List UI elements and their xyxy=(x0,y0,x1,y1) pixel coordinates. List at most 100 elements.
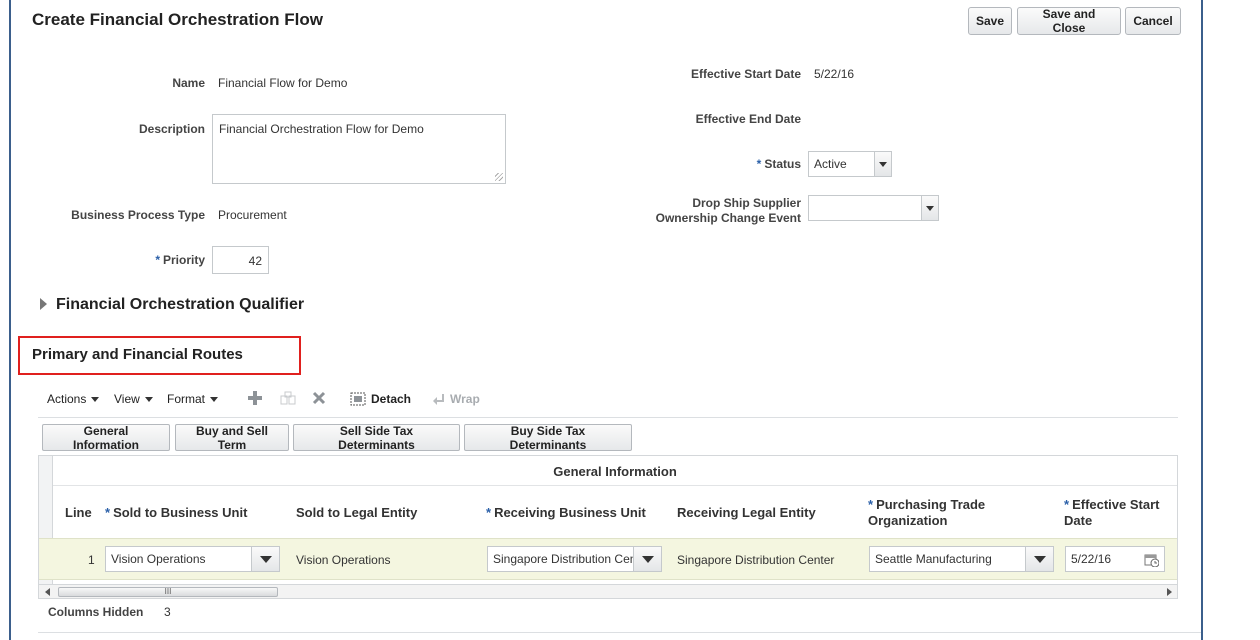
drop-ship-label: Drop Ship Supplier Ownership Change Even… xyxy=(613,196,801,226)
scroll-thumb[interactable]: III xyxy=(58,587,278,597)
esd-value: 5/22/16 xyxy=(1071,552,1112,566)
priority-label: * Priority xyxy=(113,253,205,267)
wrap-label: Wrap xyxy=(450,392,480,406)
col-header-sold-bu[interactable]: * Sold to Business Unit xyxy=(105,505,247,521)
recv-bu-value: Singapore Distribution Center xyxy=(493,552,651,566)
tab-buy-and-sell-term[interactable]: Buy and Sell Term xyxy=(175,424,289,452)
sold-le-value: Vision Operations xyxy=(296,553,391,567)
routes-table: General Information Line * Sold to Busine… xyxy=(38,455,1178,599)
chevron-down-icon[interactable] xyxy=(921,196,938,220)
format-menu-label: Format xyxy=(167,392,206,406)
col-header-pto-line1: * Purchasing Trade xyxy=(868,497,985,513)
required-icon: * xyxy=(756,157,762,171)
name-value: Financial Flow for Demo xyxy=(218,76,348,90)
sold-bu-select[interactable]: Vision Operations xyxy=(105,546,280,572)
col-header-pto-line1-text: Purchasing Trade xyxy=(876,497,986,512)
qualifier-section-header[interactable]: Financial Orchestration Qualifier xyxy=(56,296,304,314)
priority-input[interactable]: 42 xyxy=(212,246,269,274)
detach-label: Detach xyxy=(371,392,412,406)
window-left-frame xyxy=(0,0,11,640)
view-menu[interactable]: View xyxy=(114,392,153,406)
save-button[interactable]: Save xyxy=(968,7,1012,35)
scroll-right-icon[interactable] xyxy=(1167,588,1172,596)
wrap-button[interactable]: Wrap xyxy=(431,392,480,406)
duplicate-icon xyxy=(280,391,296,405)
drop-ship-label-line2: Ownership Change Event xyxy=(655,211,801,225)
col-header-pto-line2: Organization xyxy=(868,513,948,528)
view-menu-label: View xyxy=(114,392,140,406)
duplicate-row-button[interactable] xyxy=(279,390,297,406)
recv-bu-select[interactable]: Singapore Distribution Center xyxy=(487,546,662,572)
chevron-down-icon[interactable] xyxy=(874,152,891,176)
sold-bu-value: Vision Operations xyxy=(111,552,206,566)
effective-end-date-label: Effective End Date xyxy=(695,112,801,126)
col-header-sold-bu-text: Sold to Business Unit xyxy=(113,505,248,520)
chevron-down-icon[interactable] xyxy=(1025,547,1053,571)
delete-row-button[interactable] xyxy=(311,390,327,406)
detach-icon xyxy=(350,392,366,406)
format-menu[interactable]: Format xyxy=(167,392,219,406)
name-label: Name xyxy=(172,76,205,90)
calendar-icon[interactable] xyxy=(1144,552,1159,567)
pto-select[interactable]: Seattle Manufacturing xyxy=(869,546,1054,572)
col-header-sold-le[interactable]: Sold to Legal Entity xyxy=(296,505,417,521)
chevron-down-icon xyxy=(210,396,219,402)
col-header-pto[interactable]: * Purchasing Trade Organization xyxy=(868,497,985,529)
detach-button[interactable]: Detach xyxy=(350,392,411,406)
priority-label-text: Priority xyxy=(162,253,205,267)
scroll-left-icon[interactable] xyxy=(45,588,50,596)
tab-general-information[interactable]: General Information xyxy=(42,424,170,452)
description-text: Financial Orchestration Flow for Demo xyxy=(219,122,424,136)
business-process-type-label: Business Process Type xyxy=(71,208,205,222)
wrap-icon xyxy=(433,394,444,405)
pto-value: Seattle Manufacturing xyxy=(875,552,992,566)
main-content: Create Financial Orchestration Flow Save… xyxy=(13,0,1201,640)
highlight-box xyxy=(18,336,301,375)
drop-ship-select[interactable] xyxy=(808,195,939,221)
col-header-line[interactable]: Line xyxy=(65,505,92,521)
horizontal-scrollbar[interactable]: III xyxy=(39,584,1177,598)
actions-menu[interactable]: Actions xyxy=(47,392,100,406)
window-right-frame xyxy=(1201,0,1260,640)
required-icon: * xyxy=(868,497,874,512)
columns-hidden-value: 3 xyxy=(164,605,171,619)
col-header-esd-line1: * Effective Start xyxy=(1064,497,1159,513)
add-row-button[interactable] xyxy=(247,390,263,406)
resize-grip-icon[interactable] xyxy=(495,173,503,181)
required-icon: * xyxy=(155,253,160,267)
cancel-button[interactable]: Cancel xyxy=(1125,7,1181,35)
required-icon: * xyxy=(1064,497,1070,512)
description-field[interactable]: Financial Orchestration Flow for Demo xyxy=(212,114,506,184)
table-row[interactable]: 1 Vision Operations Vision Operations Si… xyxy=(39,538,1177,580)
save-and-close-button[interactable]: Save and Close xyxy=(1017,7,1121,35)
tab-buy-side-tax[interactable]: Buy Side Tax Determinants xyxy=(464,424,632,452)
columns-hidden-label: Columns Hidden xyxy=(48,605,144,619)
col-header-esd[interactable]: * Effective Start Date xyxy=(1064,497,1159,529)
chevron-down-icon xyxy=(144,396,153,402)
required-icon: * xyxy=(105,505,111,520)
cell-line: 1 xyxy=(88,553,95,567)
status-select-value: Active xyxy=(814,157,847,171)
chevron-down-icon[interactable] xyxy=(251,547,279,571)
status-label-text: Status xyxy=(764,157,801,171)
group-header: General Information xyxy=(53,456,1177,486)
business-process-type-value: Procurement xyxy=(218,208,287,222)
status-select[interactable]: Active xyxy=(808,151,892,177)
col-header-esd-line1-text: Effective Start xyxy=(1072,497,1160,512)
bottom-divider xyxy=(38,632,1201,633)
recv-le-value: Singapore Distribution Center xyxy=(677,553,835,567)
tab-sell-side-tax[interactable]: Sell Side Tax Determinants xyxy=(293,424,460,452)
required-icon: * xyxy=(486,505,492,520)
col-header-recv-le[interactable]: Receiving Legal Entity xyxy=(677,505,816,521)
toolbar-divider xyxy=(38,417,1178,418)
disclosure-triangle-icon[interactable] xyxy=(40,298,47,310)
close-icon xyxy=(312,391,326,405)
effective-start-date-value: 5/22/16 xyxy=(814,67,855,81)
col-header-recv-bu[interactable]: * Receiving Business Unit xyxy=(486,505,646,521)
plus-icon xyxy=(248,391,262,405)
page-title: Create Financial Orchestration Flow xyxy=(32,10,323,29)
esd-input[interactable]: 5/22/16 xyxy=(1065,546,1165,572)
effective-start-date-label: Effective Start Date xyxy=(690,67,801,81)
actions-menu-label: Actions xyxy=(47,392,87,406)
chevron-down-icon[interactable] xyxy=(633,547,661,571)
